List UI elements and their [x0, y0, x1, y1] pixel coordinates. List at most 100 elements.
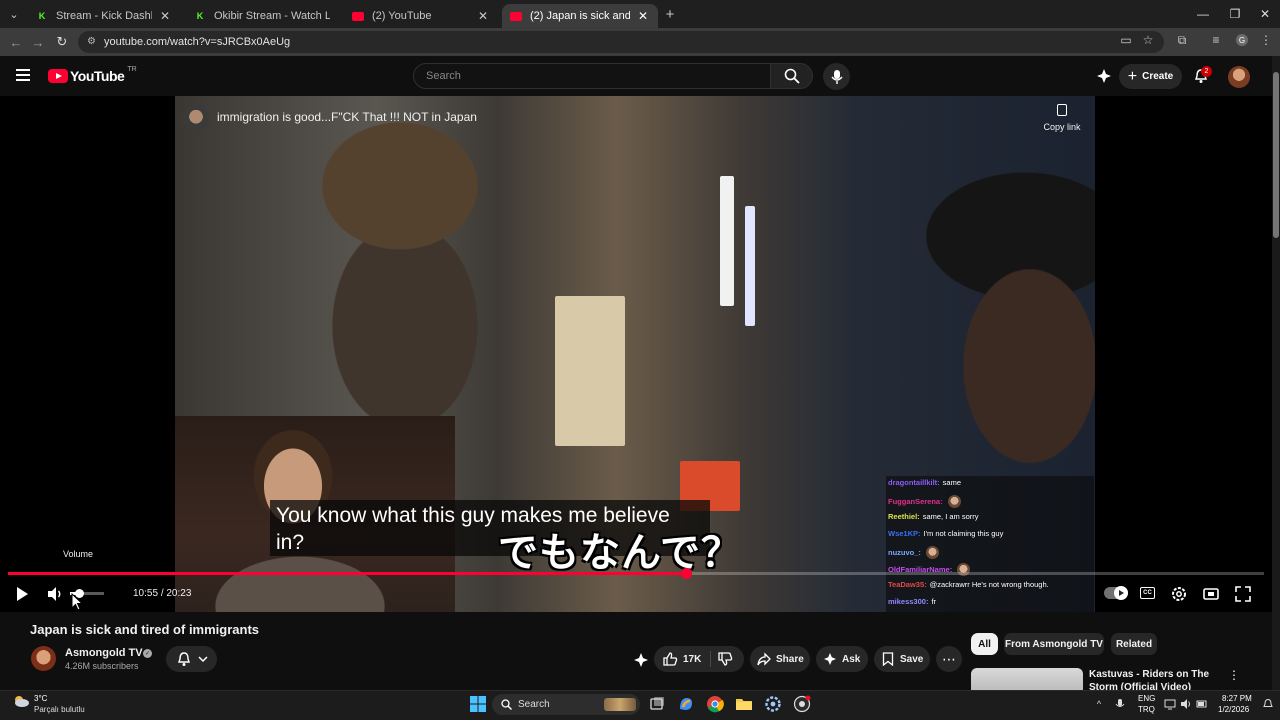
share-button[interactable]: Share: [750, 646, 810, 672]
clock-date[interactable]: 1/2/2026: [1218, 705, 1249, 714]
channel-name[interactable]: Asmongold TV: [65, 647, 143, 659]
file-explorer-icon[interactable]: [735, 695, 753, 713]
settings-app-icon[interactable]: [764, 695, 782, 713]
account-avatar[interactable]: [1228, 66, 1250, 88]
region-code: TR: [127, 65, 137, 73]
microphone-icon[interactable]: [1114, 698, 1126, 710]
restore-icon[interactable]: ❐: [1220, 4, 1250, 24]
browser-tab-strip: ⌄ K Stream - Kick Dashboard ✕ K Okibir S…: [0, 0, 1280, 28]
autoplay-knob: [1114, 586, 1128, 600]
fullscreen-icon[interactable]: [1234, 585, 1252, 603]
bookmark-star-icon[interactable]: ☆: [1140, 32, 1156, 48]
chip-related[interactable]: Related: [1111, 633, 1157, 655]
voice-search-button[interactable]: [823, 63, 850, 90]
recommendation-menu-icon[interactable]: ⋮: [1228, 668, 1240, 684]
obs-record-icon[interactable]: [793, 695, 811, 713]
embedded-channel-avatar[interactable]: [183, 105, 209, 131]
chevron-down-icon: [198, 656, 208, 663]
copy-link-button[interactable]: Copy link: [1040, 104, 1084, 132]
chat-text: same: [942, 478, 962, 487]
channel-avatar[interactable]: [31, 646, 56, 671]
play-icon[interactable]: [14, 586, 30, 602]
tab-youtube-home[interactable]: (2) YouTube ✕: [344, 4, 498, 28]
theater-mode-icon[interactable]: [1202, 585, 1220, 603]
youtube-logo[interactable]: YouTube TR: [48, 65, 137, 84]
profile-icon[interactable]: G: [1234, 32, 1250, 48]
close-icon[interactable]: ✕: [476, 9, 490, 23]
autoplay-toggle[interactable]: [1104, 586, 1128, 600]
chip-from-channel[interactable]: From Asmongold TV: [1004, 633, 1104, 655]
ai-sparkle-icon[interactable]: [1096, 68, 1112, 84]
chat-username: mikess300:: [888, 597, 929, 606]
kick-icon: K: [194, 10, 206, 22]
forward-icon[interactable]: →: [28, 32, 48, 52]
embedded-video-title[interactable]: immigration is good...F"CK That !!! NOT …: [217, 110, 477, 124]
create-button[interactable]: + Create: [1119, 64, 1182, 89]
url-text: youtube.com/watch?v=sJRCBx0AeUg: [104, 36, 291, 48]
thumbs-up-icon[interactable]: [662, 651, 678, 667]
input-language[interactable]: ENG: [1138, 694, 1155, 703]
subscription-bell-button[interactable]: [166, 646, 217, 672]
minimize-icon[interactable]: —: [1188, 4, 1218, 24]
burned-in-subtitle: でもなんで？: [498, 530, 742, 576]
thumbs-down-icon[interactable]: [717, 651, 733, 667]
more-actions-button[interactable]: ⋯: [936, 646, 962, 672]
progress-scrubber[interactable]: [681, 568, 692, 579]
network-icon[interactable]: [1164, 698, 1176, 710]
copilot-icon[interactable]: [677, 695, 695, 713]
window-close-icon[interactable]: ✕: [1250, 4, 1280, 24]
youtube-logo-text: YouTube: [70, 68, 125, 84]
neon-sign: [745, 206, 755, 326]
youtube-icon: [352, 11, 364, 21]
save-label: Save: [900, 653, 924, 665]
media-control-icon[interactable]: ≡: [1208, 32, 1224, 48]
battery-icon[interactable]: [1196, 698, 1208, 710]
chrome-icon[interactable]: [706, 695, 724, 713]
reload-icon[interactable]: ↻: [52, 32, 72, 52]
taskbar-search[interactable]: Search: [492, 694, 640, 715]
close-icon[interactable]: ✕: [636, 9, 650, 23]
new-tab-button[interactable]: +: [660, 4, 680, 24]
hamburger-menu-icon[interactable]: [16, 69, 30, 81]
volume-icon[interactable]: [46, 585, 64, 603]
site-info-icon[interactable]: ⚙: [87, 36, 99, 48]
close-icon[interactable]: ✕: [158, 9, 172, 23]
weather-cloud-icon[interactable]: [12, 694, 30, 708]
time-display: 10:55 / 20:23: [133, 588, 191, 599]
scrollbar-thumb[interactable]: [1273, 72, 1279, 238]
tab-kick-dashboard[interactable]: K Stream - Kick Dashboard ✕: [28, 4, 180, 28]
tab-okibir-stream[interactable]: K Okibir Stream - Watch Live on K: [186, 4, 338, 28]
keyboard-layout[interactable]: TRQ: [1138, 705, 1155, 714]
tray-chevron-up-icon[interactable]: ^: [1093, 698, 1105, 710]
like-count[interactable]: 17K: [683, 654, 701, 665]
search-button[interactable]: [771, 63, 813, 89]
search-highlight-image: [604, 698, 636, 711]
tab-search-icon[interactable]: ⌄: [4, 4, 24, 24]
browser-menu-icon[interactable]: ⋮: [1258, 32, 1274, 48]
tab-current-video[interactable]: (2) Japan is sick and tired of imm ✕: [502, 4, 658, 28]
settings-gear-icon[interactable]: [1170, 585, 1188, 603]
ask-button[interactable]: Ask: [816, 646, 868, 672]
clock-time[interactable]: 8:27 PM: [1222, 694, 1252, 703]
speaker-icon[interactable]: [1180, 698, 1192, 710]
recommendation-title[interactable]: Kastuvas - Riders on The Storm (Official…: [1089, 668, 1229, 690]
task-view-icon[interactable]: [648, 695, 666, 713]
chat-username: TeaDaw35:: [888, 580, 927, 589]
back-icon[interactable]: ←: [6, 32, 26, 52]
chat-text: fr: [931, 597, 937, 606]
subtitles-button[interactable]: CC: [1140, 587, 1155, 599]
address-bar[interactable]: ⚙ youtube.com/watch?v=sJRCBx0AeUg: [78, 31, 1164, 53]
ai-sparkle-icon[interactable]: [633, 652, 649, 668]
search-input[interactable]: Search: [413, 63, 771, 89]
chip-all[interactable]: All: [971, 633, 998, 655]
notification-center-icon[interactable]: [1262, 698, 1274, 710]
copy-link-label: Copy link: [1043, 122, 1081, 132]
tab-label: (2) Japan is sick and tired of imm: [530, 10, 630, 22]
save-button[interactable]: Save: [874, 646, 930, 672]
chat-text: I'm not claiming this guy: [923, 529, 1004, 538]
recommendation-thumbnail[interactable]: [971, 668, 1083, 690]
extensions-icon[interactable]: ⧉: [1174, 32, 1190, 48]
windows-start-icon[interactable]: [469, 695, 487, 713]
cast-icon[interactable]: ▭: [1118, 32, 1134, 48]
chat-message: Reethiel: same, I am sorry: [888, 512, 979, 521]
